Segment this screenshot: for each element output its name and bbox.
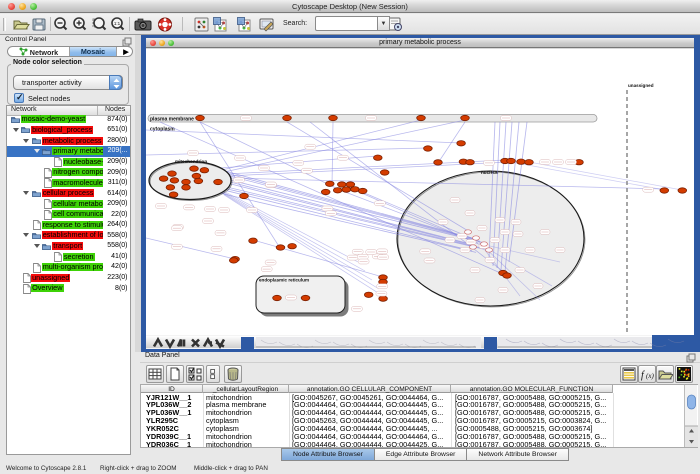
svg-text:plasma membrane: plasma membrane xyxy=(150,117,194,123)
svg-text:(x): (x) xyxy=(646,372,654,380)
svg-text:endoplasmic reticulum: endoplasmic reticulum xyxy=(259,278,309,283)
svg-text:1:1: 1:1 xyxy=(114,21,121,26)
svg-text:unassigned: unassigned xyxy=(628,83,654,88)
svg-text:mitochondrion: mitochondrion xyxy=(175,159,207,164)
svg-text:f: f xyxy=(641,370,645,381)
svg-text:nucleus: nucleus xyxy=(481,170,499,175)
